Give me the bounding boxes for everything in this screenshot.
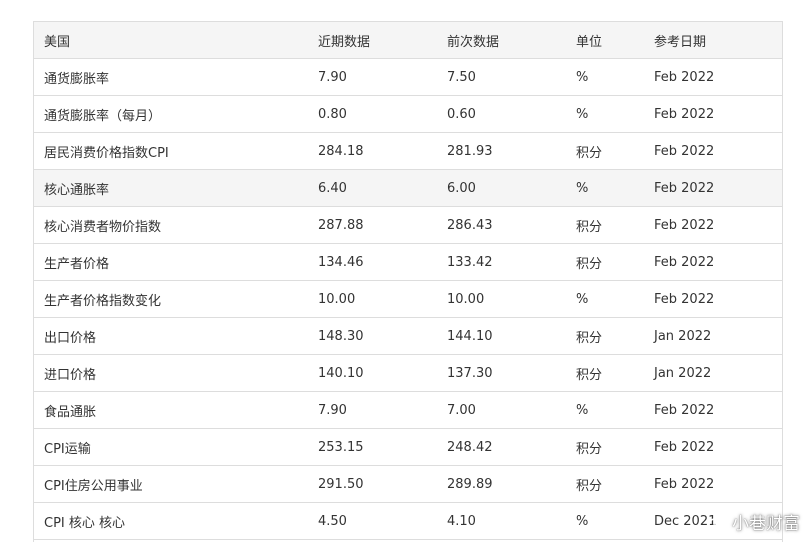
cell-latest: 287.88 — [308, 206, 437, 244]
cell-unit: 积分 — [566, 465, 644, 503]
cell-unit: 积分 — [566, 206, 644, 244]
cell-previous: 137.30 — [437, 354, 566, 392]
cell-reference-date: Feb 2022 — [644, 169, 782, 207]
header-latest[interactable]: 近期数据 — [308, 22, 437, 59]
cell-unit: 积分 — [566, 428, 644, 466]
header-unit[interactable]: 单位 — [566, 22, 644, 59]
cell-indicator[interactable]: CPI 核心 核心 — [34, 502, 308, 540]
cell-unit: % — [566, 58, 644, 96]
cell-reference-date: Feb 2022 — [644, 132, 782, 170]
table-row[interactable]: CPI 核心 核心 4.50 4.10% Dec 2021 — [34, 502, 782, 540]
cell-indicator[interactable]: 核心通胀率 — [34, 169, 308, 207]
cell-indicator[interactable]: CPI运输 — [34, 428, 308, 466]
header-row: 美国 近期数据 前次数据 单位 参考日期 — [34, 22, 782, 59]
cell-previous: 6.00 — [437, 169, 566, 207]
cell-latest: 10.00 — [308, 280, 437, 318]
table-row[interactable]: CPI住房公用事业 291.50 289.89 积分 Feb 2022 — [34, 465, 782, 503]
cell-indicator[interactable]: 居民消费价格指数CPI — [34, 132, 308, 170]
cell-previous: 10.00 — [437, 280, 566, 318]
cell-reference-date: Feb 2022 — [644, 243, 782, 281]
cell-latest: 253.15 — [308, 428, 437, 466]
cell-previous: 4.10 — [437, 502, 566, 540]
cell-indicator[interactable]: CPI住房公用事业 — [34, 465, 308, 503]
cell-reference-date: Feb 2022 — [644, 465, 782, 503]
table-body: 通货膨胀率 7.90 7.50% Feb 2022 通货膨胀率（每月） 0.80 0.60%… — [34, 58, 782, 540]
cell-indicator[interactable]: 生产者价格 — [34, 243, 308, 281]
table-row[interactable]: 通货膨胀率（每月） 0.80 0.60% Feb 2022 — [34, 95, 782, 133]
cell-latest: 7.90 — [308, 391, 437, 429]
cell-reference-date: Feb 2022 — [644, 280, 782, 318]
cell-unit: 积分 — [566, 132, 644, 170]
cell-indicator[interactable]: 核心消费者物价指数 — [34, 206, 308, 244]
cell-reference-date: Feb 2022 — [644, 95, 782, 133]
cell-latest: 140.10 — [308, 354, 437, 392]
cell-previous: 289.89 — [437, 465, 566, 503]
cell-previous: 0.60 — [437, 95, 566, 133]
cell-indicator[interactable]: 通货膨胀率（每月） — [34, 95, 308, 133]
cell-indicator[interactable]: 食品通胀 — [34, 391, 308, 429]
cell-reference-date: Jan 2022 — [644, 354, 782, 392]
cell-previous: 7.50 — [437, 58, 566, 96]
table-row[interactable]: 核心消费者物价指数 287.88 286.43 积分 Feb 2022 — [34, 206, 782, 244]
cell-latest: 284.18 — [308, 132, 437, 170]
cell-latest: 291.50 — [308, 465, 437, 503]
cell-latest: 134.46 — [308, 243, 437, 281]
cell-unit: % — [566, 280, 644, 318]
table-header: 美国 近期数据 前次数据 单位 参考日期 — [34, 22, 782, 59]
table-row[interactable]: 核心通胀率 6.40 6.00% Feb 2022 — [34, 169, 782, 207]
table-row[interactable]: 通货膨胀率 7.90 7.50% Feb 2022 — [34, 58, 782, 96]
cell-reference-date: Feb 2022 — [644, 58, 782, 96]
cell-previous: 133.42 — [437, 243, 566, 281]
header-reference-date[interactable]: 参考日期 — [644, 22, 782, 59]
cell-latest: 0.80 — [308, 95, 437, 133]
cell-reference-date: Dec 2021 — [644, 502, 782, 540]
cell-unit: % — [566, 502, 644, 540]
cell-unit: 积分 — [566, 317, 644, 355]
cell-indicator[interactable]: 生产者价格指数变化 — [34, 280, 308, 318]
cell-unit: % — [566, 391, 644, 429]
cell-latest: 148.30 — [308, 317, 437, 355]
cell-reference-date: Jan 2022 — [644, 317, 782, 355]
cell-previous: 7.00 — [437, 391, 566, 429]
cell-previous: 286.43 — [437, 206, 566, 244]
cell-unit: % — [566, 169, 644, 207]
table-row[interactable]: 居民消费价格指数CPI 284.18 281.93 积分 Feb 2022 — [34, 132, 782, 170]
table-row[interactable]: 进口价格 140.10 137.30 积分 Jan 2022 — [34, 354, 782, 392]
cell-indicator[interactable]: 进口价格 — [34, 354, 308, 392]
cell-unit: 积分 — [566, 243, 644, 281]
us-inflation-table: 美国 近期数据 前次数据 单位 参考日期 通货膨胀率 7.90 7.50% Feb 2… — [34, 22, 782, 540]
cell-latest: 7.90 — [308, 58, 437, 96]
cell-latest: 4.50 — [308, 502, 437, 540]
cell-unit: % — [566, 95, 644, 133]
cell-previous: 144.10 — [437, 317, 566, 355]
cell-previous: 281.93 — [437, 132, 566, 170]
cell-indicator[interactable]: 通货膨胀率 — [34, 58, 308, 96]
table-row[interactable]: 出口价格 148.30 144.10 积分 Jan 2022 — [34, 317, 782, 355]
data-table-container: 美国 近期数据 前次数据 单位 参考日期 通货膨胀率 7.90 7.50% Feb 2… — [33, 21, 783, 542]
table-row[interactable]: CPI运输 253.15 248.42 积分 Feb 2022 — [34, 428, 782, 466]
cell-previous: 248.42 — [437, 428, 566, 466]
cell-reference-date: Feb 2022 — [644, 391, 782, 429]
cell-indicator[interactable]: 出口价格 — [34, 317, 308, 355]
cell-unit: 积分 — [566, 354, 644, 392]
table-row[interactable]: 生产者价格 134.46 133.42 积分 Feb 2022 — [34, 243, 782, 281]
header-country[interactable]: 美国 — [34, 22, 308, 59]
table-row[interactable]: 生产者价格指数变化 10.00 10.00% Feb 2022 — [34, 280, 782, 318]
table-row[interactable]: 食品通胀 7.90 7.00% Feb 2022 — [34, 391, 782, 429]
cell-reference-date: Feb 2022 — [644, 206, 782, 244]
cell-reference-date: Feb 2022 — [644, 428, 782, 466]
cell-latest: 6.40 — [308, 169, 437, 207]
header-previous[interactable]: 前次数据 — [437, 22, 566, 59]
